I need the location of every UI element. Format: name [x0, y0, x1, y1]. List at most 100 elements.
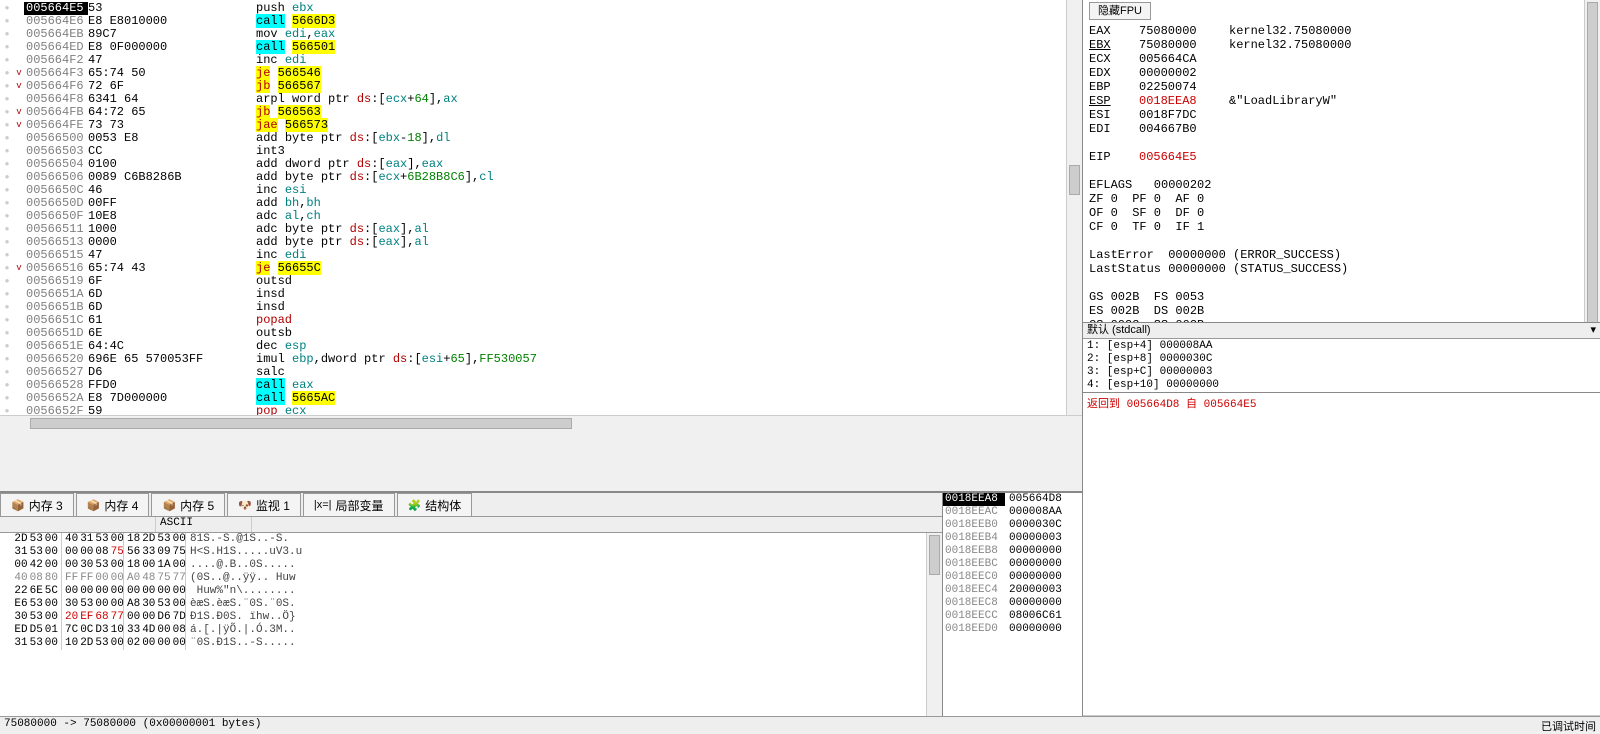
stack-row[interactable]: 0018EEBC00000000: [943, 558, 1082, 571]
breakpoint-gutter[interactable]: ●: [0, 80, 14, 93]
breakpoint-gutter[interactable]: ●: [0, 249, 14, 262]
disasm-row[interactable]: ●005665060089 C6B8286Badd byte ptr ds:[e…: [0, 171, 1066, 184]
breakpoint-gutter[interactable]: ●: [0, 119, 14, 132]
disasm-row[interactable]: ●v005664F365:74 50je 566546: [0, 67, 1066, 80]
register-row[interactable]: ECX005664CA: [1089, 52, 1578, 66]
memory-row[interactable]: 0042000030530018001A00....@.B..0S.....: [0, 559, 926, 572]
disasm-row[interactable]: ●005664EDE8 0F000000call 566501: [0, 41, 1066, 54]
hide-fpu-button[interactable]: 隐藏FPU: [1089, 2, 1151, 20]
breakpoint-gutter[interactable]: ●: [0, 106, 14, 119]
breakpoint-gutter[interactable]: ●: [0, 54, 14, 67]
arg-row[interactable]: 1: [esp+4] 000008AA: [1087, 340, 1596, 353]
register-row[interactable]: ESI0018F7DC: [1089, 108, 1578, 122]
tab[interactable]: 📦内存 5: [151, 493, 225, 516]
registers-view[interactable]: 隐藏FPU EAX75080000kernel32.75080000EBX7508…: [1083, 0, 1584, 322]
disasm-row[interactable]: ●0056651D6Eoutsb: [0, 327, 1066, 340]
breakpoint-gutter[interactable]: ●: [0, 210, 14, 223]
disasm-vscroll[interactable]: [1066, 0, 1082, 415]
memory-row[interactable]: 30530020EF68770000D67DÐ1S.Ð0S. ïhw..Ö}: [0, 611, 926, 624]
stack-view[interactable]: 0018EEA8005664D80018EEAC000008AA0018EEB0…: [942, 493, 1082, 731]
stack-row[interactable]: 0018EEB800000000: [943, 545, 1082, 558]
breakpoint-gutter[interactable]: ●: [0, 132, 14, 145]
args-list[interactable]: 1: [esp+4] 000008AA2: [esp+8] 0000030C3:…: [1083, 339, 1600, 393]
stack-row[interactable]: 0018EECC08006C61: [943, 610, 1082, 623]
disasm-row[interactable]: ●005664F247inc edi: [0, 54, 1066, 67]
disasm-row[interactable]: ●005665111000adc byte ptr ds:[eax],al: [0, 223, 1066, 236]
register-row[interactable]: EBP02250074: [1089, 80, 1578, 94]
disasm-row[interactable]: ●00566520696E 65 570053FFimul ebp,dword …: [0, 353, 1066, 366]
disasm-row[interactable]: ●0056652AE8 7D000000call 5665AC: [0, 392, 1066, 405]
breakpoint-gutter[interactable]: ●: [0, 145, 14, 158]
register-row[interactable]: EDI004667B0: [1089, 122, 1578, 136]
arg-row[interactable]: 4: [esp+10] 00000000: [1087, 379, 1596, 392]
stack-row[interactable]: 0018EEC420000003: [943, 584, 1082, 597]
breakpoint-gutter[interactable]: ●: [0, 340, 14, 353]
register-row[interactable]: EDX00000002: [1089, 66, 1578, 80]
stack-row[interactable]: 0018EEA8005664D8: [943, 493, 1082, 506]
breakpoint-gutter[interactable]: ●: [0, 392, 14, 405]
breakpoint-gutter[interactable]: ●: [0, 184, 14, 197]
disasm-row[interactable]: ●v005664FB64:72 65jb 566563: [0, 106, 1066, 119]
breakpoint-gutter[interactable]: ●: [0, 327, 14, 340]
register-row[interactable]: EAX75080000kernel32.75080000: [1089, 24, 1578, 38]
breakpoint-gutter[interactable]: ●: [0, 67, 14, 80]
tab[interactable]: 🧩结构体: [397, 493, 473, 516]
stack-row[interactable]: 0018EEC000000000: [943, 571, 1082, 584]
stack-row[interactable]: 0018EEC800000000: [943, 597, 1082, 610]
tab[interactable]: |x=|局部变量: [303, 493, 395, 516]
disasm-row[interactable]: ●0056650D00FFadd bh,bh: [0, 197, 1066, 210]
memory-dump[interactable]: 2D530040315300182D530081S.-S.@1S..-S.315…: [0, 533, 926, 731]
disasm-row[interactable]: ●005664E6E8 E8010000call 5666D3: [0, 15, 1066, 28]
disasm-row[interactable]: ●005664F86341 64arpl word ptr ds:[ecx+64…: [0, 93, 1066, 106]
callconv-dropdown[interactable]: 默认 (stdcall)▾: [1083, 323, 1600, 339]
breakpoint-gutter[interactable]: ●: [0, 236, 14, 249]
disasm-row[interactable]: ●005665000053 E8add byte ptr ds:[ebx-18]…: [0, 132, 1066, 145]
memory-row[interactable]: 2D530040315300182D530081S.-S.@1S..-S.: [0, 533, 926, 546]
memory-row[interactable]: 315300102D530002000000¨0S.Ð1S..-S.....: [0, 637, 926, 650]
breakpoint-gutter[interactable]: ●: [0, 366, 14, 379]
disassembly-view[interactable]: ●005664E553push ebx●005664E6E8 E8010000c…: [0, 0, 1066, 415]
disasm-row[interactable]: ●v0056651665:74 43je 56655C: [0, 262, 1066, 275]
disasm-row[interactable]: ●0056652F59pop ecx: [0, 405, 1066, 415]
disasm-row[interactable]: ●0056650C46inc esi: [0, 184, 1066, 197]
breakpoint-gutter[interactable]: ●: [0, 28, 14, 41]
mem-vscroll[interactable]: [926, 533, 942, 731]
memory-row[interactable]: 3153000000087556330975H<S.H1S.....uV3.u: [0, 546, 926, 559]
breakpoint-gutter[interactable]: ●: [0, 197, 14, 210]
disasm-row[interactable]: ●0056651C61popad: [0, 314, 1066, 327]
disasm-row[interactable]: ●005665130000add byte ptr ds:[eax],al: [0, 236, 1066, 249]
disasm-hscroll[interactable]: [0, 415, 1082, 431]
disasm-row[interactable]: ●0056650F10E8adc al,ch: [0, 210, 1066, 223]
stack-row[interactable]: 0018EEB00000030C: [943, 519, 1082, 532]
breakpoint-gutter[interactable]: ●: [0, 15, 14, 28]
breakpoint-gutter[interactable]: ●: [0, 93, 14, 106]
memory-row[interactable]: 400880FFFF0000A0487577(0S..@..ÿÿ.. Huw: [0, 572, 926, 585]
breakpoint-gutter[interactable]: ●: [0, 353, 14, 366]
memory-row[interactable]: E6530030530000A8305300èæS.èæS.¨0S.¨0S.: [0, 598, 926, 611]
breakpoint-gutter[interactable]: ●: [0, 301, 14, 314]
disasm-row[interactable]: ●0056651547inc edi: [0, 249, 1066, 262]
disasm-row[interactable]: ●0056651B6Dinsd: [0, 301, 1066, 314]
memory-row[interactable]: 226E5C0000000000000000 Huw%"n\........: [0, 585, 926, 598]
arg-row[interactable]: 2: [esp+8] 0000030C: [1087, 353, 1596, 366]
breakpoint-gutter[interactable]: ●: [0, 379, 14, 392]
breakpoint-gutter[interactable]: ●: [0, 171, 14, 184]
regs-vscroll[interactable]: [1584, 0, 1600, 322]
disasm-row[interactable]: ●00566503CCint3: [0, 145, 1066, 158]
register-eip[interactable]: EIP005664E5: [1089, 150, 1578, 164]
breakpoint-gutter[interactable]: ●: [0, 223, 14, 236]
tab[interactable]: 📦内存 4: [76, 493, 150, 516]
disasm-row[interactable]: ●v005664F672 6Fjb 566567: [0, 80, 1066, 93]
register-row[interactable]: EBX75080000kernel32.75080000: [1089, 38, 1578, 52]
memory-row[interactable]: EDD5017C0CD310334D0008á.[.|ÿÕ.|.Ó.3M..: [0, 624, 926, 637]
breakpoint-gutter[interactable]: ●: [0, 275, 14, 288]
disasm-row[interactable]: ●005665196Foutsd: [0, 275, 1066, 288]
breakpoint-gutter[interactable]: ●: [0, 314, 14, 327]
breakpoint-gutter[interactable]: ●: [0, 158, 14, 171]
breakpoint-gutter[interactable]: ●: [0, 262, 14, 275]
stack-row[interactable]: 0018EEAC000008AA: [943, 506, 1082, 519]
stack-row[interactable]: 0018EEB400000003: [943, 532, 1082, 545]
disasm-row[interactable]: ●v005664FE73 73jae 566573: [0, 119, 1066, 132]
stack-row[interactable]: 0018EED000000000: [943, 623, 1082, 636]
disasm-row[interactable]: ●0056651A6Dinsd: [0, 288, 1066, 301]
